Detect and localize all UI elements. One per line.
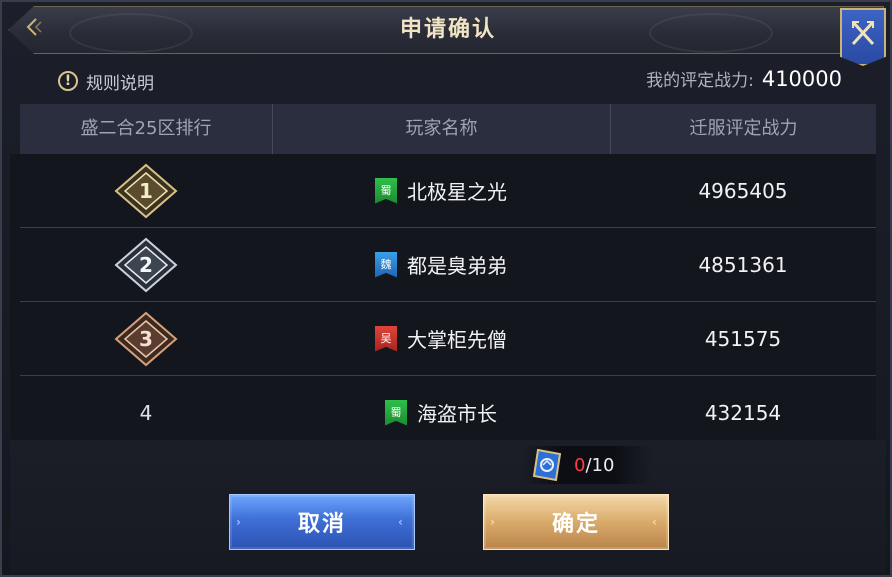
- dialog-title: 申请确认: [399, 17, 496, 42]
- button-ornament-left: ›: [236, 515, 243, 529]
- table-row: 1 蜀 北极星之光 4965405: [20, 154, 876, 228]
- player-name: 大掌柜先僧: [407, 328, 507, 352]
- dialog-footer: [10, 440, 886, 572]
- column-header-player: 玩家名称: [272, 104, 610, 154]
- rank-cell: 1: [20, 154, 272, 227]
- button-ornament-right: ‹: [652, 515, 659, 529]
- rank-cell: 3: [20, 302, 272, 375]
- my-power: 我的评定战力: 410000: [646, 66, 842, 94]
- ticket-max: /10: [585, 454, 615, 476]
- player-cell: 魏 都是臭弟弟: [272, 228, 610, 301]
- column-header-power: 迁服评定战力: [610, 104, 876, 154]
- rank-badge-silver-icon: 2: [114, 237, 178, 292]
- rank-number: 2: [139, 253, 153, 277]
- player-cell: 蜀 北极星之光: [272, 154, 610, 227]
- power-cell: 432154: [704, 400, 782, 425]
- rules-link[interactable]: ! 规则说明: [58, 68, 154, 94]
- faction-banner-icon: 魏: [375, 251, 397, 278]
- migration-ticket-icon: [532, 448, 562, 482]
- power-cell: 4851361: [698, 252, 788, 277]
- ticket-counter: 0/10: [522, 446, 652, 484]
- power-cell: 4965405: [698, 178, 788, 203]
- player-name: 北极星之光: [407, 180, 507, 204]
- rules-label: 规则说明: [86, 73, 154, 94]
- faction-banner-icon: 蜀: [375, 177, 397, 204]
- table-row: 3 吴 大掌柜先僧 451575: [20, 302, 876, 376]
- rank-number: 3: [139, 327, 153, 351]
- cancel-button-label: 取消: [297, 512, 346, 537]
- cancel-button[interactable]: › 取消 ‹: [229, 494, 415, 550]
- ticket-count: 0/10: [574, 455, 614, 476]
- button-ornament-left: ›: [490, 515, 497, 529]
- player-cell: 吴 大掌柜先僧: [272, 302, 610, 375]
- confirm-button-label: 确定: [551, 512, 600, 537]
- player-name: 都是臭弟弟: [407, 254, 507, 278]
- rank-badge-bronze-icon: 3: [114, 311, 178, 366]
- player-cell: 蜀 海盗市长: [272, 376, 610, 449]
- table-row: 2 魏 都是臭弟弟 4851361: [20, 228, 876, 302]
- ranking-table-body: 1 蜀 北极星之光 4965405 2 魏 都是臭弟弟 4851361 3 吴 …: [10, 154, 876, 440]
- faction-banner-icon: 蜀: [385, 399, 407, 426]
- exclamation-icon: !: [58, 71, 78, 91]
- player-name: 海盗市长: [417, 402, 497, 426]
- my-power-value: 410000: [761, 67, 842, 91]
- confirm-button[interactable]: › 确定 ‹: [483, 494, 669, 550]
- rank-cell: 4: [139, 400, 153, 425]
- rank-number: 1: [139, 179, 153, 203]
- column-header-rank: 盛二合25区排行: [80, 118, 212, 139]
- apply-confirm-dialog: 申请确认 ! 规则说明 我的评定战力: 410000 盛二合25区排行 玩家名称…: [0, 0, 892, 577]
- ranking-table-header: 盛二合25区排行 玩家名称 迁服评定战力: [20, 104, 876, 154]
- rank-cell: 2: [20, 228, 272, 301]
- close-button[interactable]: [840, 8, 886, 66]
- rank-badge-gold-icon: 1: [114, 163, 178, 218]
- my-power-label: 我的评定战力:: [646, 71, 754, 91]
- power-cell: 451575: [704, 326, 782, 351]
- ticket-current: 0: [574, 454, 586, 476]
- faction-banner-icon: 吴: [375, 325, 397, 352]
- table-row: 4 蜀 海盗市长 432154: [20, 376, 876, 450]
- button-ornament-right: ‹: [398, 515, 405, 529]
- crossed-swords-close-icon: [851, 20, 875, 46]
